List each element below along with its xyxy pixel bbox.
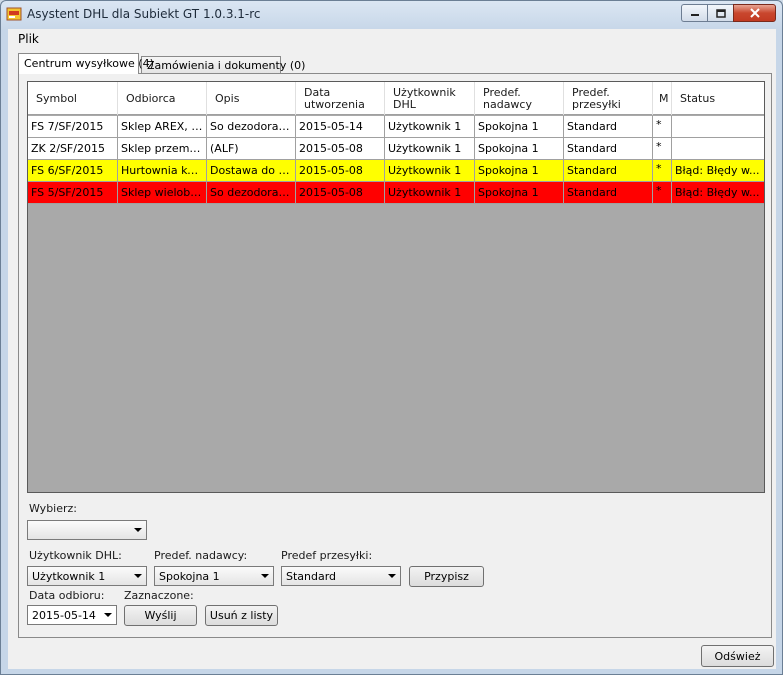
cell-status: Błąd: Błędy w...: [672, 160, 764, 181]
window-controls: [681, 4, 776, 22]
predef-przesylki-value: Standard: [286, 570, 337, 583]
column-header-uzytkownik-dhl[interactable]: Użytkownik DHL: [385, 82, 475, 115]
table-row[interactable]: FS 5/SF/2015 Sklep wielobra... So dezodora…: [28, 182, 764, 204]
table-row[interactable]: ZK 2/SF/2015 Sklep przemysł... (ALF) 2015-…: [28, 138, 764, 160]
cell-predef-przesylki: Standard: [564, 116, 653, 137]
column-header-symbol[interactable]: Symbol: [28, 82, 118, 115]
predef-nadawcy-value: Spokojna 1: [159, 570, 220, 583]
column-header-m[interactable]: M: [653, 82, 672, 115]
column-header-predef-nadawcy[interactable]: Predef. nadawcy: [475, 82, 564, 115]
cell-uzytkownik-dhl: Użytkownik 1: [385, 116, 475, 137]
uzytkownik-dhl-label: Użytkownik DHL:: [29, 549, 122, 562]
cell-predef-przesylki: Standard: [564, 182, 653, 203]
cell-predef-przesylki: Standard: [564, 138, 653, 159]
column-header-predef-przesylki[interactable]: Predef. przesyłki: [564, 82, 653, 115]
uzytkownik-dhl-value: Użytkownik 1: [32, 570, 106, 583]
cell-predef-nadawcy: Spokojna 1: [475, 182, 564, 203]
odswiez-button[interactable]: Odśwież: [701, 645, 774, 667]
cell-odbiorca: Sklep wielobra...: [118, 182, 207, 203]
cell-m: *: [653, 138, 672, 159]
maximize-icon: [715, 8, 726, 18]
cell-m: *: [653, 116, 672, 137]
wybierz-label: Wybierz:: [29, 502, 78, 515]
cell-uzytkownik-dhl: Użytkownik 1: [385, 138, 475, 159]
predef-nadawcy-label: Predef. nadawcy:: [154, 549, 248, 562]
chevron-down-icon: [134, 528, 142, 532]
minimize-button[interactable]: [681, 4, 707, 22]
cell-uzytkownik-dhl: Użytkownik 1: [385, 182, 475, 203]
cell-data-utworzenia: 2015-05-14: [296, 116, 385, 137]
data-odbioru-picker[interactable]: 2015-05-14: [27, 605, 117, 625]
predef-przesylki-label: Predef przesyłki:: [281, 549, 373, 562]
cell-symbol: FS 5/SF/2015: [28, 182, 118, 203]
data-odbioru-label: Data odbioru:: [29, 589, 105, 602]
grid-header: Symbol Odbiorca Opis Data utworzenia Użytkow…: [28, 82, 764, 115]
usun-z-listy-button[interactable]: Usuń z listy: [205, 605, 278, 626]
uzytkownik-dhl-combo[interactable]: Użytkownik 1: [27, 566, 147, 586]
data-odbioru-value: 2015-05-14: [32, 609, 96, 622]
cell-m: *: [653, 182, 672, 203]
cell-uzytkownik-dhl: Użytkownik 1: [385, 160, 475, 181]
cell-odbiorca: Hurtownia kos...: [118, 160, 207, 181]
column-header-opis[interactable]: Opis: [207, 82, 296, 115]
shipments-grid[interactable]: Symbol Odbiorca Opis Data utworzenia Użytkow…: [27, 81, 765, 493]
predef-przesylki-combo[interactable]: Standard: [281, 566, 401, 586]
cell-status: Błąd: Błędy w...: [672, 182, 764, 203]
cell-status: [672, 116, 764, 137]
menu-bar: Plik: [8, 29, 776, 49]
window-title: Asystent DHL dla Subiekt GT 1.0.3.1-rc: [27, 7, 261, 21]
cell-predef-przesylki: Standard: [564, 160, 653, 181]
close-icon: [749, 8, 760, 18]
tab-panel-centrum: Symbol Odbiorca Opis Data utworzenia Użytkow…: [18, 73, 772, 638]
minimize-icon: [690, 14, 699, 16]
cell-opis: Dostawa do kli...: [207, 160, 296, 181]
app-window: Asystent DHL dla Subiekt GT 1.0.3.1-rc P…: [0, 0, 783, 675]
menu-file[interactable]: Plik: [18, 32, 39, 46]
wybierz-combo[interactable]: [27, 520, 147, 540]
client-area: Plik Centrum wysyłkowe (4) Zamówienia i …: [8, 29, 776, 669]
chevron-down-icon: [388, 574, 396, 578]
close-button[interactable]: [733, 4, 776, 22]
cell-data-utworzenia: 2015-05-08: [296, 182, 385, 203]
app-icon: [6, 7, 22, 21]
title-bar[interactable]: Asystent DHL dla Subiekt GT 1.0.3.1-rc: [1, 1, 782, 27]
cell-opis: So dezodorant ...: [207, 116, 296, 137]
cell-symbol: FS 6/SF/2015: [28, 160, 118, 181]
cell-data-utworzenia: 2015-05-08: [296, 138, 385, 159]
tab-zamowienia-dokumenty[interactable]: Zamówienia i dokumenty (0): [141, 56, 305, 74]
cell-data-utworzenia: 2015-05-08: [296, 160, 385, 181]
cell-odbiorca: Sklep AREX, B...: [118, 116, 207, 137]
zaznaczone-label: Zaznaczone:: [124, 589, 194, 602]
tab-centrum-wysylkowe[interactable]: Centrum wysyłkowe (4): [18, 53, 154, 74]
cell-odbiorca: Sklep przemysł...: [118, 138, 207, 159]
predef-nadawcy-combo[interactable]: Spokojna 1: [154, 566, 274, 586]
table-row[interactable]: FS 7/SF/2015 Sklep AREX, B... So dezodoran…: [28, 116, 764, 138]
chevron-down-icon: [104, 613, 112, 617]
cell-symbol: ZK 2/SF/2015: [28, 138, 118, 159]
cell-status: [672, 138, 764, 159]
chevron-down-icon: [134, 574, 142, 578]
maximize-button[interactable]: [707, 4, 733, 22]
cell-symbol: FS 7/SF/2015: [28, 116, 118, 137]
column-header-odbiorca[interactable]: Odbiorca: [118, 82, 207, 115]
cell-predef-nadawcy: Spokojna 1: [475, 138, 564, 159]
cell-opis: (ALF): [207, 138, 296, 159]
cell-m: *: [653, 160, 672, 181]
table-row[interactable]: FS 6/SF/2015 Hurtownia kos... Dostawa do k…: [28, 160, 764, 182]
cell-opis: So dezodorant ...: [207, 182, 296, 203]
column-header-data-utworzenia[interactable]: Data utworzenia: [296, 82, 385, 115]
column-header-status[interactable]: Status: [672, 82, 764, 115]
przypisz-button[interactable]: Przypisz: [409, 566, 484, 587]
cell-predef-nadawcy: Spokojna 1: [475, 160, 564, 181]
wyslij-button[interactable]: Wyślij: [124, 605, 197, 626]
chevron-down-icon: [261, 574, 269, 578]
cell-predef-nadawcy: Spokojna 1: [475, 116, 564, 137]
